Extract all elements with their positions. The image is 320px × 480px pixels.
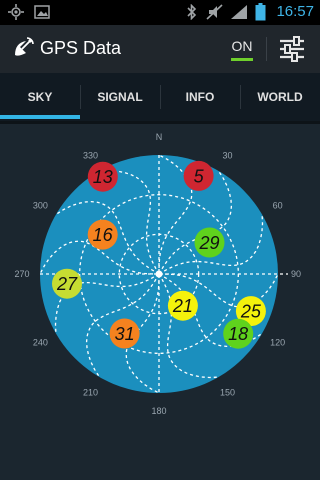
satellite-27[interactable]: 27	[52, 268, 82, 299]
satellite-18[interactable]: 18	[223, 318, 254, 349]
azimuth-label-30: 30	[222, 150, 232, 160]
north-label: N	[156, 132, 163, 142]
tab-bar: SKY SIGNAL INFO WORLD	[0, 73, 320, 121]
satellite-icon[interactable]	[12, 35, 36, 64]
satellite-prn: 25	[240, 302, 262, 322]
azimuth-label-150: 150	[220, 388, 235, 398]
satellite-prn: 16	[93, 225, 114, 245]
action-bar: GPS Data ON	[0, 25, 320, 73]
satellite-prn: 21	[172, 296, 193, 316]
azimuth-label-120: 120	[270, 338, 285, 348]
app-title: GPS Data	[40, 38, 122, 58]
sky-plot: N 30 60 90 120 150 180 210 240 270 300 330 5 13 16 29 2…	[0, 124, 320, 480]
satellite-prn: 13	[93, 167, 113, 187]
satellite-31[interactable]: 31	[109, 318, 140, 349]
azimuth-label-210: 210	[83, 388, 98, 398]
satellite-prn: 29	[198, 233, 219, 253]
sliders-icon[interactable]	[278, 36, 306, 67]
azimuth-label-60: 60	[273, 201, 283, 211]
satellite-5[interactable]: 5	[183, 160, 214, 191]
satellite-prn: 27	[56, 274, 78, 294]
satellite-29[interactable]: 29	[194, 227, 225, 258]
azimuth-label-270: 270	[14, 269, 29, 279]
battery-icon	[255, 3, 266, 26]
azimuth-label-180: 180	[151, 406, 166, 416]
signal-icon	[230, 4, 248, 25]
satellite-prn: 5	[194, 166, 205, 186]
azimuth-label-240: 240	[33, 338, 48, 348]
gps-icon	[8, 4, 24, 25]
screen: 16:57 GPS Data ON SKY SIGNAL INFO WORLD …	[0, 0, 320, 480]
sky-plot-canvas: N 30 60 90 120 150 180 210 240 270 300 330 5 13 16 29 2…	[14, 132, 301, 416]
status-bar: 16:57	[0, 0, 320, 25]
azimuth-label-300: 300	[33, 201, 48, 211]
silent-icon	[206, 4, 224, 25]
gps-on-toggle[interactable]: ON	[225, 38, 259, 62]
satellite-21[interactable]: 21	[167, 290, 198, 321]
bluetooth-icon	[186, 3, 198, 25]
azimuth-label-330: 330	[83, 150, 98, 160]
toggle-indicator	[231, 58, 253, 61]
clock: 16:57	[276, 3, 314, 20]
satellite-13[interactable]: 13	[87, 161, 118, 192]
satellite-prn: 31	[115, 324, 135, 344]
tab-world[interactable]: WORLD	[240, 73, 320, 121]
tab-signal[interactable]: SIGNAL	[80, 73, 160, 121]
zenith-dot	[155, 270, 163, 278]
tab-info[interactable]: INFO	[160, 73, 240, 121]
satellite-prn: 18	[228, 324, 248, 344]
action-divider	[266, 37, 267, 61]
azimuth-label-90: 90	[291, 269, 301, 279]
toggle-label: ON	[231, 38, 253, 54]
image-icon	[34, 4, 50, 25]
satellite-16[interactable]: 16	[87, 219, 118, 250]
tab-sky[interactable]: SKY	[0, 73, 80, 121]
